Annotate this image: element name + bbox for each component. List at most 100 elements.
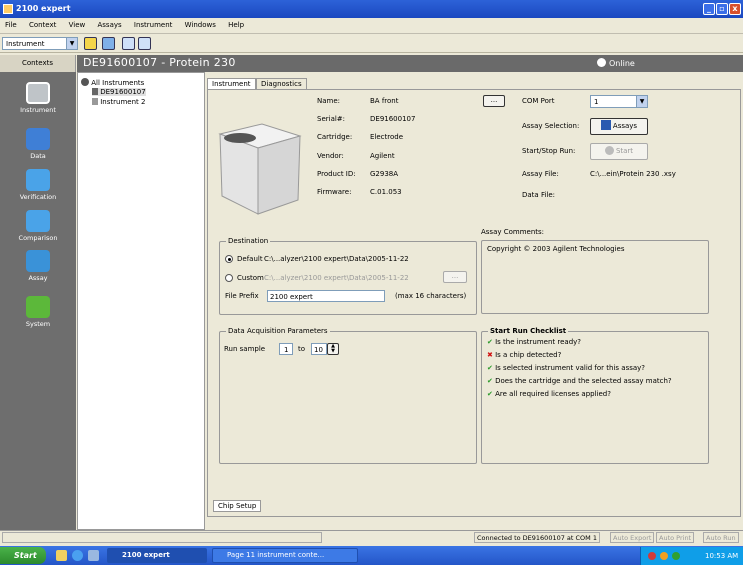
- start-icon: [604, 146, 614, 155]
- file-prefix-value: 2100 expert: [270, 293, 313, 301]
- sidebar-item-label: Assay: [28, 274, 48, 282]
- checklist-title: Start Run Checklist: [488, 327, 569, 335]
- chevron-down-icon: ▼: [636, 96, 647, 107]
- product-id-label: Product ID:: [317, 170, 356, 178]
- tray-app-icon[interactable]: [672, 552, 680, 560]
- instrument-small-icon: [92, 88, 98, 95]
- custom-path: C:\...alyzer\2100 expert\Data\2005-11-22: [264, 274, 409, 282]
- context-sidebar: Instrument Data Verification Comparison …: [0, 72, 76, 530]
- tree-item-label: Instrument 2: [100, 98, 146, 106]
- run-to-label: to: [298, 345, 306, 353]
- sidebar-item-label: Instrument: [20, 106, 56, 114]
- system-tray: 10:53 AM: [640, 547, 743, 565]
- run-to-value: 10: [314, 346, 323, 354]
- check-icon: ✔: [487, 377, 493, 385]
- tree-item[interactable]: Instrument 2: [92, 98, 145, 106]
- data-icon: [26, 128, 50, 150]
- task-page-11[interactable]: Page 11 instrument conte...: [212, 548, 358, 563]
- menu-help[interactable]: Help: [223, 18, 249, 29]
- vendor-label: Vendor:: [317, 152, 344, 160]
- name-label: Name:: [317, 97, 341, 105]
- assay-file-label: Assay File:: [522, 170, 559, 178]
- sidebar-item-verification[interactable]: Verification: [0, 169, 76, 201]
- tree-root[interactable]: All Instruments: [81, 78, 144, 87]
- sidebar-item-label: System: [25, 320, 51, 328]
- sidebar-item-comparison[interactable]: Comparison: [0, 210, 76, 242]
- file-prefix-input[interactable]: 2100 expert: [267, 290, 385, 302]
- check-icon: ✔: [487, 364, 493, 372]
- assay-comments-label: Assay Comments:: [481, 228, 545, 236]
- default-path: C:\...alyzer\2100 expert\Data\2005-11-22: [264, 255, 409, 263]
- start-stop-label: Start/Stop Run:: [522, 147, 576, 155]
- minimize-button[interactable]: _: [703, 3, 715, 15]
- quick-launch-desktop-icon[interactable]: [56, 550, 67, 561]
- serial-label: Serial#:: [317, 115, 346, 123]
- menu-context[interactable]: Context: [24, 18, 61, 29]
- window-tile-icon[interactable]: [138, 37, 151, 50]
- quick-launch-browser-icon[interactable]: [72, 550, 83, 561]
- assay-selection-label: Assay Selection:: [522, 122, 580, 130]
- file-prefix-label: File Prefix: [225, 292, 259, 300]
- instrument-icon: [26, 82, 50, 104]
- com-port-select[interactable]: 1 ▼: [590, 95, 648, 108]
- maximize-button[interactable]: ▫: [716, 3, 728, 15]
- online-status: Online: [597, 58, 635, 68]
- tree-item-selected[interactable]: DE91600107: [92, 88, 146, 96]
- menu-assays[interactable]: Assays: [92, 18, 126, 29]
- menu-windows[interactable]: Windows: [180, 18, 221, 29]
- serial-value: DE91600107: [370, 115, 416, 123]
- close-button[interactable]: x: [729, 3, 741, 15]
- browse-button[interactable]: ...: [443, 271, 467, 283]
- comparison-icon: [26, 210, 50, 232]
- sidebar-item-label: Comparison: [18, 234, 58, 242]
- tray-alert-icon[interactable]: [648, 552, 656, 560]
- context-header: DE91600107 - Protein 230 Online: [77, 55, 743, 72]
- connection-status: Connected to DE91600107 at COM 1: [474, 532, 600, 543]
- auto-export-indicator[interactable]: Auto Export: [610, 532, 655, 543]
- online-icon: [597, 58, 606, 67]
- assay-icon: [26, 250, 50, 272]
- open-folder-icon[interactable]: [84, 37, 97, 50]
- checklist-text: Is the instrument ready?: [495, 338, 581, 346]
- run-to-spinner[interactable]: ▲ ▼: [327, 343, 339, 355]
- tray-network-icon[interactable]: [660, 552, 668, 560]
- sidebar-item-system[interactable]: System: [0, 296, 76, 328]
- task-2100-expert[interactable]: 2100 expert: [107, 548, 207, 563]
- menu-file[interactable]: File: [0, 18, 22, 29]
- sidebar-item-instrument[interactable]: Instrument: [0, 82, 76, 114]
- quick-launch-explorer-icon[interactable]: [88, 550, 99, 561]
- sidebar-item-assay[interactable]: Assay: [0, 250, 76, 282]
- network-icon: [81, 78, 89, 86]
- instrument-view-icon[interactable]: [102, 37, 115, 50]
- default-radio[interactable]: [225, 255, 233, 263]
- auto-print-indicator[interactable]: Auto Print: [656, 532, 695, 543]
- start-button[interactable]: Start: [590, 143, 648, 160]
- checklist-item: ✖ Is a chip detected?: [487, 351, 561, 359]
- tree-root-label: All Instruments: [91, 79, 145, 87]
- assays-button[interactable]: Assays: [590, 118, 648, 135]
- assay-file-value: C:\...ein\Protein 230 .xsy: [590, 170, 676, 178]
- auto-run-indicator[interactable]: Auto Run: [703, 532, 739, 543]
- com-port-value: 1: [594, 98, 599, 106]
- default-label: Default: [237, 255, 263, 263]
- run-to-input[interactable]: 10: [311, 343, 327, 355]
- custom-radio[interactable]: [225, 274, 233, 282]
- clock[interactable]: 10:53 AM: [705, 552, 738, 560]
- run-from-input[interactable]: 1: [279, 343, 293, 355]
- tab-chip-setup[interactable]: Chip Setup: [213, 500, 262, 512]
- sidebar-item-data[interactable]: Data: [0, 128, 76, 160]
- name-value: BA front: [370, 97, 399, 105]
- menu-view[interactable]: View: [64, 18, 91, 29]
- start-menu-button[interactable]: Start: [0, 547, 46, 564]
- chevron-down-icon: ▼: [66, 38, 77, 49]
- menu-instrument[interactable]: Instrument: [129, 18, 178, 29]
- checklist-text: Is a chip detected?: [495, 351, 562, 359]
- context-select[interactable]: Instrument ▼: [2, 37, 78, 50]
- rename-button[interactable]: ...: [483, 95, 505, 107]
- context-select-value: Instrument: [6, 40, 45, 48]
- com-port-label: COM Port: [522, 97, 555, 105]
- window-layout-icon[interactable]: [122, 37, 135, 50]
- status-main: [2, 532, 322, 543]
- assay-icon: [600, 120, 611, 130]
- assays-button-label: Assays: [612, 122, 638, 130]
